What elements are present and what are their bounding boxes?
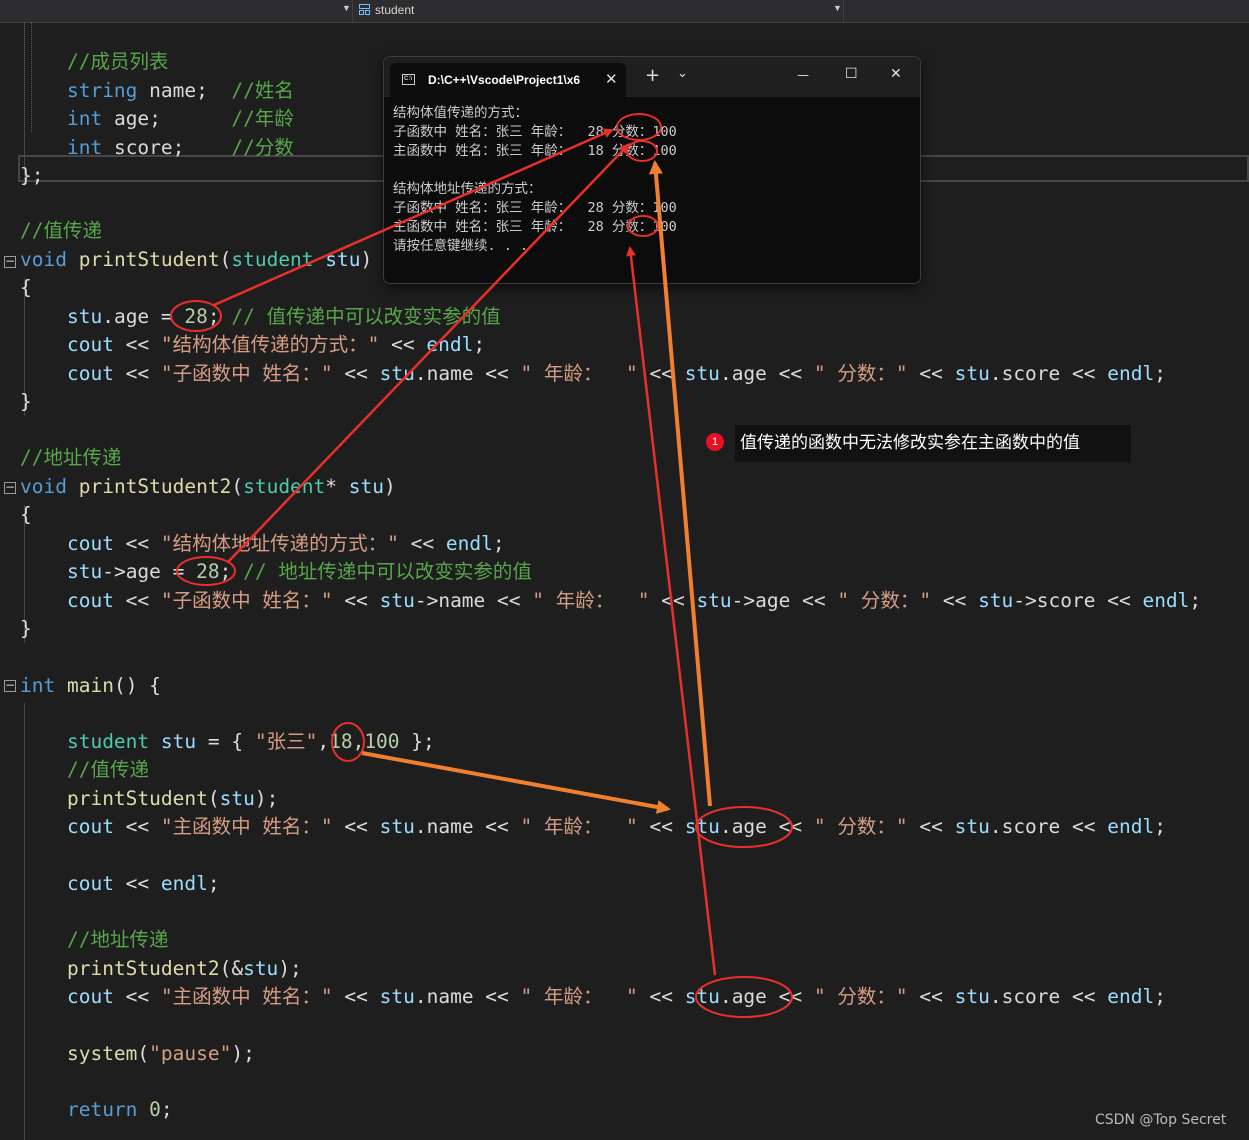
highlight-ellipse — [616, 113, 662, 141]
annotation-arrow — [227, 143, 630, 563]
annotation-badge: 1 — [706, 433, 724, 451]
highlight-ellipse — [176, 556, 236, 586]
watermark: CSDN @Top Secret — [1095, 1112, 1227, 1128]
annotation-overlay — [170, 113, 793, 1018]
annotation-arrow — [648, 160, 712, 807]
highlight-ellipse — [627, 215, 659, 237]
highlight-ellipse — [170, 300, 222, 332]
annotation-arrow — [361, 751, 671, 814]
highlight-ellipse — [626, 140, 658, 162]
highlight-ellipse — [695, 976, 793, 1018]
highlight-ellipse — [695, 806, 793, 848]
highlight-ellipse — [331, 722, 365, 762]
annotation-note: 值传递的函数中无法修改实参在主函数中的值 — [735, 425, 1131, 462]
annotation-arrow — [213, 128, 614, 307]
